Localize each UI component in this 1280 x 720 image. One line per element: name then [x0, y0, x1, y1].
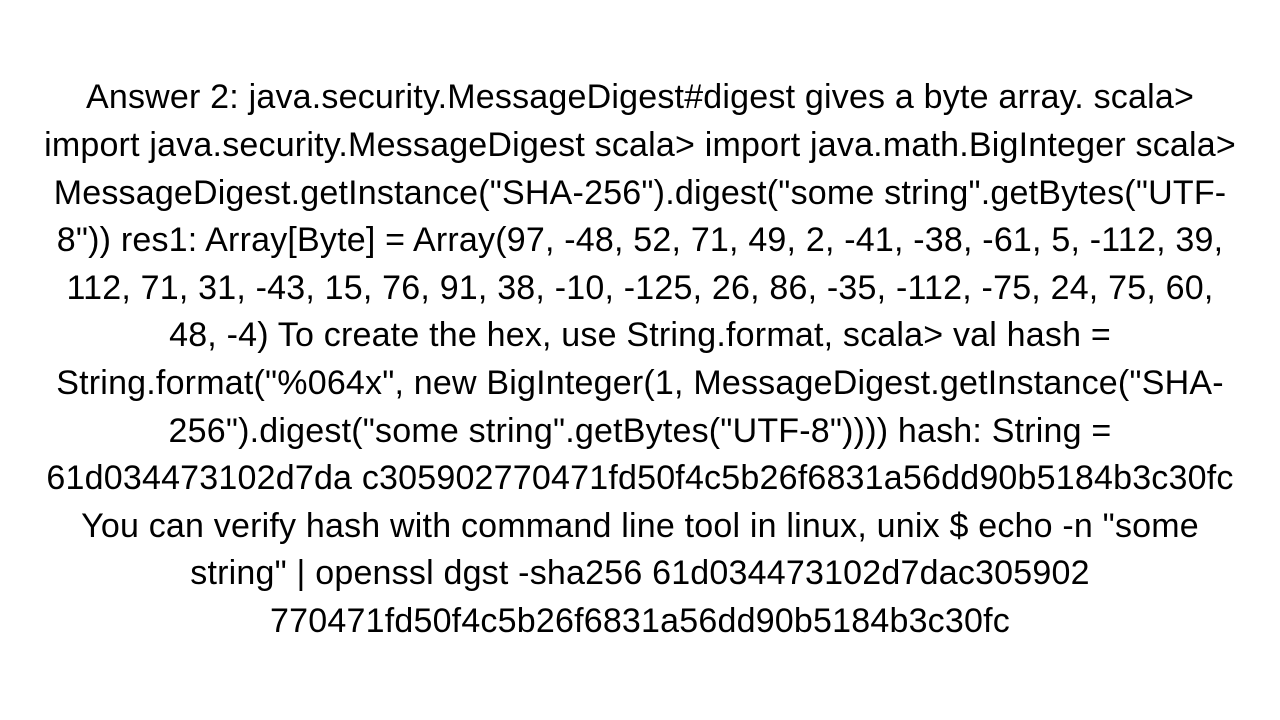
body-text: Answer 2: java.security.MessageDigest#di…	[44, 78, 1236, 640]
document-body: Answer 2: java.security.MessageDigest#di…	[40, 74, 1240, 645]
